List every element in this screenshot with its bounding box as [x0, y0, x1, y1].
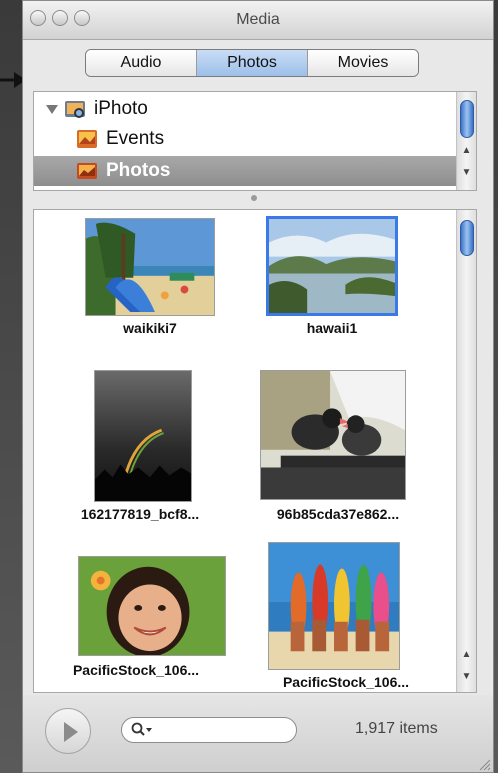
photo-thumbnail[interactable] — [260, 370, 406, 500]
tab-audio[interactable]: Audio — [86, 50, 197, 76]
splitter-handle-icon[interactable] — [251, 195, 257, 201]
photo-item[interactable]: PacificStock_106... — [256, 540, 456, 692]
title-bar: Media — [23, 1, 493, 40]
photo-caption: 96b85cda37e862... — [276, 506, 400, 522]
disclosure-triangle-icon[interactable] — [46, 104, 58, 114]
resize-grip-icon[interactable] — [477, 757, 491, 771]
source-list: iPhoto Events Photos ▲ ▼ — [33, 91, 477, 191]
source-item-label: Events — [106, 128, 165, 149]
bottom-toolbar: 1,917 items — [23, 695, 493, 772]
scroll-thumb[interactable] — [460, 100, 474, 138]
photo-caption: 162177819_bcf8... — [80, 506, 200, 522]
tab-photos[interactable]: Photos — [197, 50, 308, 76]
scroll-down-arrow-icon[interactable]: ▼ — [457, 164, 476, 182]
source-item-photos[interactable]: Photos — [34, 156, 476, 186]
source-list-scrollbar[interactable]: ▲ ▼ — [456, 92, 476, 190]
media-browser-window: Media Audio Photos Movies iPhoto Events — [22, 0, 494, 773]
play-button[interactable] — [45, 708, 91, 754]
iphoto-icon — [65, 101, 85, 118]
search-icon[interactable] — [131, 722, 153, 738]
source-item-events[interactable]: Events — [34, 124, 476, 154]
photo-thumbnail[interactable] — [268, 542, 400, 670]
play-icon — [64, 722, 78, 742]
photo-item[interactable]: 162177819_bcf8... — [34, 360, 234, 530]
photo-caption: hawaii1 — [306, 320, 358, 336]
search-field[interactable] — [121, 717, 297, 743]
source-item-iphoto[interactable]: iPhoto — [34, 94, 464, 124]
search-input[interactable] — [158, 721, 290, 741]
events-icon — [77, 130, 97, 148]
photo-item[interactable]: hawaii1 — [256, 210, 456, 360]
photo-item[interactable]: PacificStock_106... — [34, 540, 234, 692]
photo-thumbnail[interactable] — [78, 556, 226, 656]
item-count: 1,917 items — [355, 720, 438, 737]
media-type-segmented-control: Audio Photos Movies — [85, 49, 419, 77]
photo-thumbnail[interactable] — [85, 218, 215, 316]
source-item-label: Photos — [106, 160, 171, 181]
photo-grid-scrollbar[interactable]: ▲ ▼ — [456, 210, 476, 692]
scroll-up-arrow-icon[interactable]: ▲ — [457, 646, 476, 664]
photo-caption: waikiki7 — [123, 320, 177, 336]
photo-caption: PacificStock_106... — [72, 662, 200, 678]
tab-movies[interactable]: Movies — [308, 50, 418, 76]
photo-caption: PacificStock_106... — [282, 674, 410, 690]
window-title: Media — [236, 11, 280, 28]
pane-splitter[interactable] — [23, 193, 493, 207]
photo-thumbnail[interactable] — [94, 370, 192, 502]
photo-thumbnail[interactable] — [266, 216, 398, 316]
scroll-up-arrow-icon[interactable]: ▲ — [457, 142, 476, 160]
photo-grid: waikiki7 hawaii1 162177819_bcf8... 96b85… — [33, 209, 477, 693]
photo-item[interactable]: 96b85cda37e862... — [256, 360, 456, 530]
photo-item[interactable]: waikiki7 — [34, 210, 234, 360]
photos-icon — [77, 163, 97, 179]
scroll-down-arrow-icon[interactable]: ▼ — [457, 668, 476, 686]
scroll-thumb[interactable] — [460, 220, 474, 256]
source-item-label: iPhoto — [94, 98, 148, 119]
